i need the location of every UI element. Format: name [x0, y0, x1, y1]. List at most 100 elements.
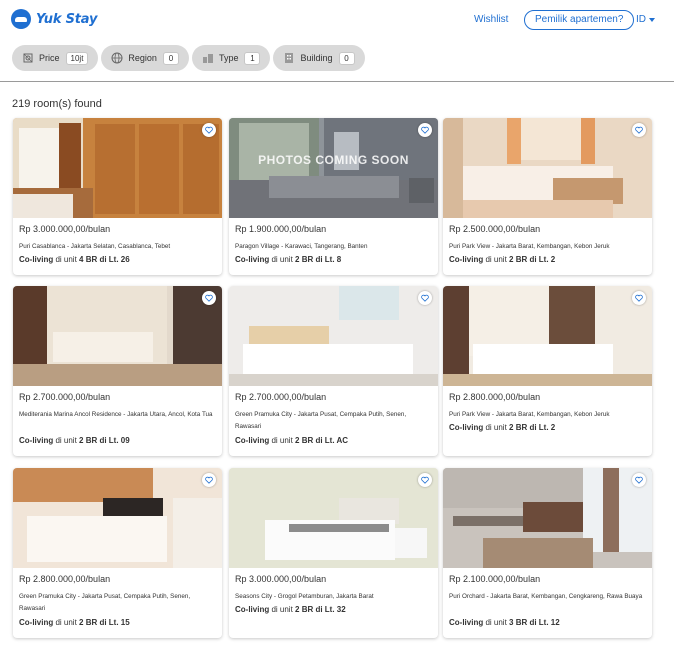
listing-unit-connector: di unit: [53, 618, 80, 627]
listing-unit: 2 BR di Lt. 09: [79, 436, 130, 445]
wishlist-heart-icon[interactable]: [632, 473, 646, 487]
listing-photo: [13, 118, 222, 218]
listing-unit-info: Co-living di unit 2 BR di Lt. 8: [235, 255, 341, 264]
listing-unit-connector: di unit: [483, 618, 510, 627]
listing-type: Co-living: [449, 618, 484, 627]
listing-photo: [443, 118, 652, 218]
listing-type: Co-living: [449, 255, 484, 264]
listing-unit-info: Co-living di unit 3 BR di Lt. 12: [449, 618, 560, 627]
listing-card[interactable]: Rp 2.700.000,00/bulan Green Pramuka City…: [229, 286, 438, 456]
owner-button[interactable]: Pemilik apartemen?: [524, 10, 635, 30]
wishlist-link[interactable]: Wishlist: [474, 14, 508, 25]
photos-coming-soon: PHOTOS COMING SOON: [258, 153, 409, 167]
logo[interactable]: Yuk Stay: [11, 9, 97, 29]
listing-photo: [443, 468, 652, 568]
listing-unit: 3 BR di Lt. 12: [509, 618, 560, 627]
listing-type: Co-living: [235, 605, 270, 614]
filter-region[interactable]: Region 0: [101, 45, 189, 71]
listing-unit-info: Co-living di unit 2 BR di Lt. 2: [449, 423, 555, 432]
listing-card[interactable]: Rp 3.000.000,00/bulan Seasons City - Gro…: [229, 468, 438, 638]
listing-unit: 2 BR di Lt. 15: [79, 618, 130, 627]
listing-price: Rp 2.100.000,00/bulan: [449, 574, 541, 584]
listing-unit: 2 BR di Lt. 32: [295, 605, 346, 614]
top-bar: Yuk Stay Wishlist Pemilik apartemen? ID: [0, 0, 674, 40]
filter-price-value: 10jt: [65, 51, 89, 65]
filter-building-label: Building: [300, 53, 333, 63]
listing-location: Puri Orchard - Jakarta Barat, Kembangan,…: [449, 593, 643, 600]
listing-unit-info: Co-living di unit 2 BR di Lt. 09: [19, 436, 130, 445]
listing-unit-info: Co-living di unit 2 BR di Lt. 32: [235, 605, 346, 614]
listing-unit-info: Co-living di unit 2 BR di Lt. 2: [449, 255, 555, 264]
listing-card[interactable]: PHOTOS COMING SOON Rp 1.900.000,00/bulan…: [229, 118, 438, 275]
listing-card[interactable]: Rp 2.800.000,00/bulan Puri Park View - J…: [443, 286, 652, 456]
listing-card[interactable]: Rp 2.700.000,00/bulan Mediterania Marina…: [13, 286, 222, 456]
listing-photo: [229, 468, 438, 568]
listing-unit: 4 BR di Lt. 26: [79, 255, 130, 264]
listing-price: Rp 3.000.000,00/bulan: [19, 224, 111, 234]
listing-photo: [13, 286, 222, 386]
listing-type: Co-living: [235, 436, 270, 445]
listing-unit-info: Co-living di unit 2 BR di Lt. 15: [19, 618, 130, 627]
building-type-icon: [202, 54, 213, 63]
filter-price-label: Price: [39, 53, 60, 63]
listing-unit-info: Co-living di unit 4 BR di Lt. 26: [19, 255, 130, 264]
listing-unit-connector: di unit: [269, 436, 296, 445]
listing-unit-connector: di unit: [483, 255, 510, 264]
divider: [0, 81, 674, 82]
listing-unit-connector: di unit: [269, 605, 296, 614]
filter-bar: Price 10jt Region 0 Type 1 Building 0: [12, 45, 368, 71]
listing-card[interactable]: Rp 2.800.000,00/bulan Green Pramuka City…: [13, 468, 222, 638]
listing-unit: 2 BR di Lt. 2: [509, 423, 556, 432]
filter-type[interactable]: Type 1: [191, 45, 271, 71]
listing-card[interactable]: Rp 2.500.000,00/bulan Puri Park View - J…: [443, 118, 652, 275]
wishlist-heart-icon[interactable]: [418, 291, 432, 305]
listing-location: Mediterania Marina Ancol Residence - Jak…: [19, 411, 213, 418]
filter-type-value: 1: [244, 51, 261, 65]
listing-type: Co-living: [19, 618, 54, 627]
filter-region-value: 0: [162, 51, 179, 65]
listing-price: Rp 2.500.000,00/bulan: [449, 224, 541, 234]
listing-price: Rp 2.800.000,00/bulan: [19, 574, 111, 584]
listing-location: Green Pramuka City - Jakarta Pusat, Cemp…: [235, 411, 407, 430]
listing-unit: 2 BR di Lt. 2: [509, 255, 556, 264]
logo-text: Yuk Stay: [36, 11, 98, 27]
wishlist-heart-icon[interactable]: [418, 123, 432, 137]
globe-icon: [111, 52, 123, 64]
listing-unit-info: Co-living di unit 2 BR di Lt. AC: [235, 436, 348, 445]
listing-unit-connector: di unit: [53, 436, 80, 445]
listing-location: Puri Casablanca - Jakarta Selatan, Casab…: [19, 243, 171, 250]
listing-type: Co-living: [235, 255, 270, 264]
listing-location: Green Pramuka City - Jakarta Pusat, Cemp…: [19, 593, 191, 612]
wishlist-heart-icon[interactable]: [202, 473, 216, 487]
language-selector[interactable]: ID: [636, 14, 655, 25]
listing-type: Co-living: [449, 423, 484, 432]
listing-card[interactable]: Rp 3.000.000,00/bulan Puri Casablanca - …: [13, 118, 222, 275]
language-label: ID: [636, 14, 646, 25]
listing-location: Puri Park View - Jakarta Barat, Kembanga…: [449, 243, 610, 250]
price-icon: [23, 53, 33, 63]
listing-photo: [229, 118, 438, 218]
listing-type: Co-living: [19, 255, 54, 264]
listing-unit: 2 BR di Lt. 8: [295, 255, 342, 264]
building-icon: [285, 53, 294, 63]
listing-photo: [229, 286, 438, 386]
caret-down-icon: [649, 17, 655, 22]
listing-card[interactable]: Rp 2.100.000,00/bulan Puri Orchard - Jak…: [443, 468, 652, 638]
listing-photo: [13, 468, 222, 568]
filter-building[interactable]: Building 0: [273, 45, 365, 71]
listing-unit-connector: di unit: [53, 255, 80, 264]
wishlist-heart-icon[interactable]: [202, 291, 216, 305]
wishlist-heart-icon[interactable]: [632, 123, 646, 137]
listing-price: Rp 2.800.000,00/bulan: [449, 392, 541, 402]
wishlist-heart-icon[interactable]: [418, 473, 432, 487]
filter-price[interactable]: Price 10jt: [12, 45, 99, 71]
listing-unit-connector: di unit: [483, 423, 510, 432]
listing-location: Seasons City - Grogol Petamburan, Jakart…: [235, 593, 374, 600]
logo-icon: [11, 9, 31, 29]
filter-type-label: Type: [218, 53, 239, 63]
listing-price: Rp 1.900.000,00/bulan: [235, 224, 327, 234]
wishlist-heart-icon[interactable]: [202, 123, 216, 137]
listing-photo: [443, 286, 652, 386]
listing-price: Rp 2.700.000,00/bulan: [19, 392, 111, 402]
wishlist-heart-icon[interactable]: [632, 291, 646, 305]
